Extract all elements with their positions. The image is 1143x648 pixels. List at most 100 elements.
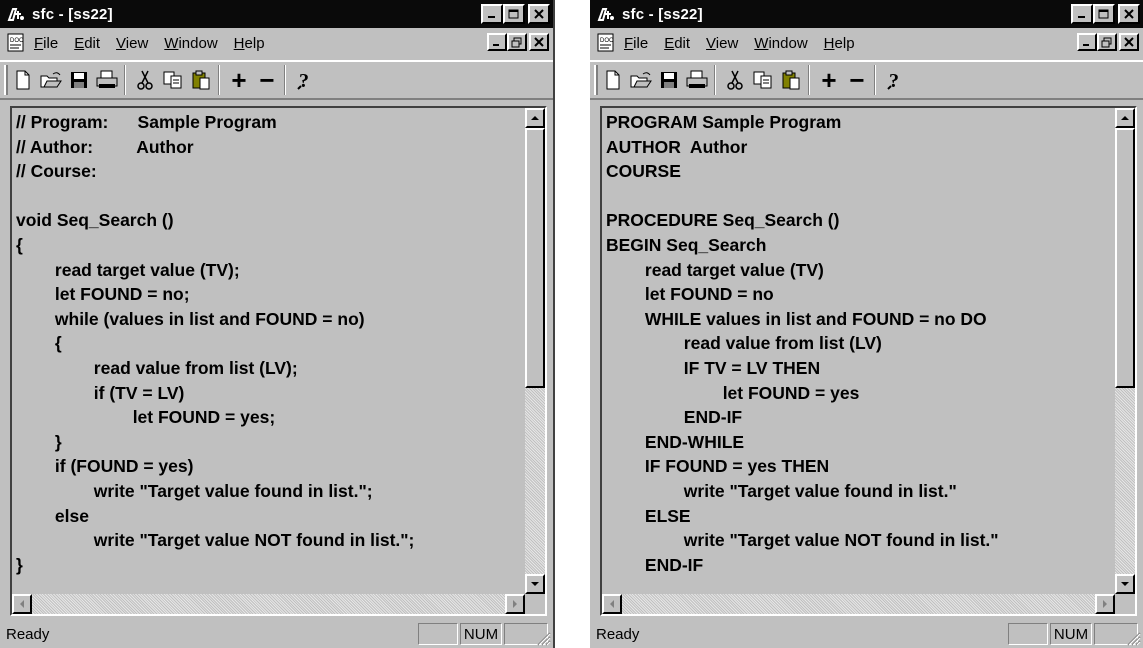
code-line: COURSE — [606, 161, 681, 182]
scroll-right-button[interactable] — [1095, 594, 1115, 614]
open-folder-icon[interactable] — [628, 65, 654, 95]
plus-glyph: + — [821, 65, 837, 95]
resize-grip-icon[interactable] — [533, 628, 551, 646]
toolbar-separator — [218, 65, 220, 95]
menu-edit[interactable]: Edit — [74, 35, 100, 52]
menu-help[interactable]: Help — [234, 35, 265, 52]
code-line: { — [16, 333, 62, 354]
menu-edit-mnemonic: E — [664, 34, 675, 52]
toolbar-grip[interactable] — [594, 65, 598, 95]
code-line: AUTHOR Author — [606, 136, 748, 157]
code-text-area[interactable]: PROGRAM Sample Program AUTHOR Author COURS… — [602, 108, 1115, 594]
title-bar[interactable]: sfc - [ss22] — [590, 0, 1143, 28]
menu-view[interactable]: View — [706, 35, 738, 52]
save-disk-icon[interactable] — [656, 65, 682, 95]
scroll-up-button[interactable] — [525, 108, 545, 128]
maximize-button[interactable] — [1093, 4, 1115, 24]
minus-icon[interactable]: − — [844, 65, 870, 95]
menu-edit-rest: dit — [674, 34, 691, 52]
code-line: void Seq_Search () — [16, 210, 174, 231]
print-icon[interactable] — [94, 65, 120, 95]
doc-close-button[interactable] — [1119, 33, 1139, 51]
code-line: BEGIN Seq_Search — [606, 234, 767, 255]
code-line: while (values in list and FOUND = no) — [16, 308, 365, 329]
copy-icon[interactable] — [160, 65, 186, 95]
resize-grip-icon[interactable] — [1123, 628, 1141, 646]
menu-window[interactable]: Window — [754, 35, 807, 52]
toolbar-separator — [284, 65, 286, 95]
vertical-scroll-thumb[interactable] — [525, 128, 545, 388]
doc-minimize-button[interactable] — [1077, 33, 1097, 51]
paste-icon[interactable] — [188, 65, 214, 95]
code-line: IF TV = LV THEN — [606, 357, 821, 378]
menu-file-mnemonic: F — [34, 34, 44, 52]
sfc-app-icon[interactable] — [596, 4, 618, 24]
plus-icon[interactable]: + — [226, 65, 252, 95]
doc-restore-button[interactable] — [507, 33, 527, 51]
code-text-area[interactable]: // Program: Sample Program // Author: Aut… — [12, 108, 525, 594]
save-disk-icon[interactable] — [66, 65, 92, 95]
cut-scissors-icon[interactable] — [132, 65, 158, 95]
scroll-corner — [525, 594, 545, 614]
menu-window-rest: indow — [768, 34, 808, 52]
doc-minimize-button[interactable] — [487, 33, 507, 51]
scroll-up-button[interactable] — [1115, 108, 1135, 128]
sfc-app-icon[interactable] — [6, 4, 28, 24]
status-text: Ready — [596, 625, 640, 643]
new-file-icon[interactable] — [10, 65, 36, 95]
open-folder-icon[interactable] — [38, 65, 64, 95]
menu-edit[interactable]: Edit — [664, 35, 690, 52]
code-line: PROGRAM Sample Program — [606, 112, 842, 132]
help-icon[interactable]: ? — [292, 65, 318, 95]
minimize-button[interactable] — [1071, 4, 1093, 24]
code-line: // Course: — [16, 161, 97, 182]
menu-help-rest: elp — [834, 34, 855, 52]
toolbar: + − ? — [590, 60, 1143, 100]
menu-file[interactable]: File — [34, 35, 58, 52]
code-line: } — [16, 431, 62, 452]
close-button[interactable] — [1118, 4, 1140, 24]
scroll-left-button[interactable] — [12, 594, 32, 614]
menu-file-rest: ile — [633, 34, 649, 52]
menu-view[interactable]: View — [116, 35, 148, 52]
toolbar-separator — [808, 65, 810, 95]
maximize-button[interactable] — [503, 4, 525, 24]
code-editor[interactable]: // Program: Sample Program // Author: Aut… — [10, 106, 547, 616]
vertical-scrollbar[interactable] — [525, 108, 545, 594]
code-line: } — [16, 554, 23, 575]
plus-icon[interactable]: + — [816, 65, 842, 95]
minimize-button[interactable] — [481, 4, 503, 24]
menu-file-rest: ile — [43, 34, 59, 52]
scroll-left-button[interactable] — [602, 594, 622, 614]
vertical-scrollbar[interactable] — [1115, 108, 1135, 594]
horizontal-scrollbar[interactable] — [12, 594, 525, 614]
menu-file[interactable]: File — [624, 35, 648, 52]
scroll-down-button[interactable] — [1115, 574, 1135, 594]
doc-restore-button[interactable] — [1097, 33, 1117, 51]
toolbar-grip[interactable] — [4, 65, 8, 95]
document-icon[interactable]: DOC — [6, 33, 28, 53]
close-button[interactable] — [528, 4, 550, 24]
menu-help-rest: elp — [244, 34, 265, 52]
print-icon[interactable] — [684, 65, 710, 95]
vertical-scroll-thumb[interactable] — [1115, 128, 1135, 388]
horizontal-scrollbar[interactable] — [602, 594, 1115, 614]
paste-icon[interactable] — [778, 65, 804, 95]
code-editor[interactable]: PROGRAM Sample Program AUTHOR Author COURS… — [600, 106, 1137, 616]
document-icon[interactable]: DOC — [596, 33, 618, 53]
code-line: WHILE values in list and FOUND = no DO — [606, 308, 987, 329]
help-icon[interactable]: ? — [882, 65, 908, 95]
new-file-icon[interactable] — [600, 65, 626, 95]
scroll-right-button[interactable] — [505, 594, 525, 614]
copy-icon[interactable] — [750, 65, 776, 95]
status-bar: Ready NUM — [590, 620, 1143, 648]
minus-icon[interactable]: − — [254, 65, 280, 95]
cut-scissors-icon[interactable] — [722, 65, 748, 95]
doc-close-button[interactable] — [529, 33, 549, 51]
menu-help[interactable]: Help — [824, 35, 855, 52]
menu-window[interactable]: Window — [164, 35, 217, 52]
scroll-down-button[interactable] — [525, 574, 545, 594]
code-line: else — [16, 505, 89, 526]
title-bar[interactable]: sfc - [ss22] — [0, 0, 553, 28]
